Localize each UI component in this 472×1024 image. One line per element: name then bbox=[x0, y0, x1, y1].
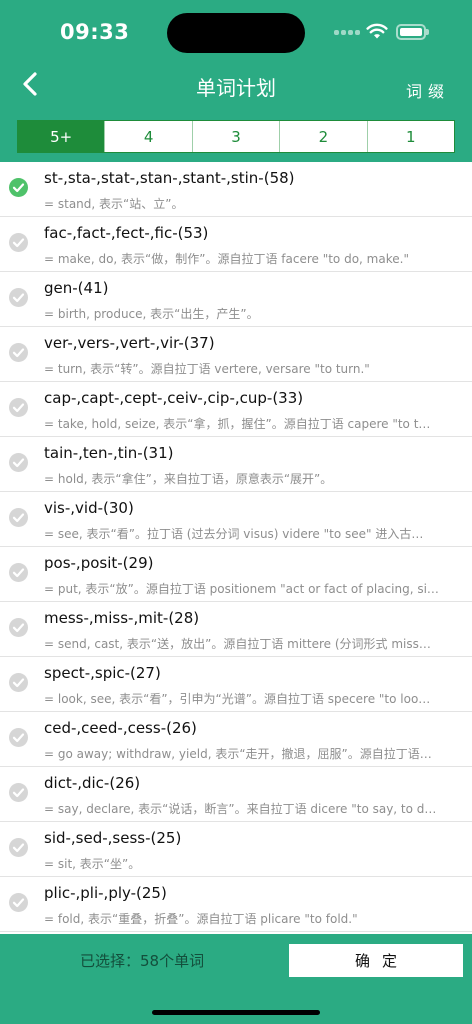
root-description: = turn, 表示“转”。源自拉丁语 vertere, versare "to… bbox=[44, 362, 370, 376]
confirm-button[interactable]: 确定 bbox=[289, 944, 463, 977]
checkmark-icon[interactable] bbox=[9, 838, 28, 857]
checkmark-icon[interactable] bbox=[9, 343, 28, 362]
root-title: pos-,posit-(29) bbox=[44, 554, 154, 572]
root-title: spect-,spic-(27) bbox=[44, 664, 161, 682]
list-item[interactable]: tain-,ten-,tin-(31) = hold, 表示“拿住”，来自拉丁语… bbox=[0, 437, 472, 492]
root-description: = go away; withdraw, yield, 表示“走开，撤退，屈服”… bbox=[44, 747, 432, 761]
tab-3[interactable]: 3 bbox=[191, 121, 279, 152]
root-title: vis-,vid-(30) bbox=[44, 499, 134, 517]
footer-bar: 已选择：58个单词 确定 bbox=[0, 934, 472, 1024]
root-description: = make, do, 表示“做，制作”。源自拉丁语 facere "to do… bbox=[44, 252, 409, 266]
root-title: gen-(41) bbox=[44, 279, 109, 297]
list-item[interactable]: spect-,spic-(27) = look, see, 表示“看”，引申为“… bbox=[0, 657, 472, 712]
list-item[interactable]: mess-,miss-,mit-(28) = send, cast, 表示“送，… bbox=[0, 602, 472, 657]
word-root-list: st-,sta-,stat-,stan-,stant-,stin-(58) = … bbox=[0, 162, 472, 934]
list-item[interactable]: ver-,vers-,vert-,vir-(37) = turn, 表示“转”。… bbox=[0, 327, 472, 382]
tab-5-plus[interactable]: 5+ bbox=[18, 121, 105, 152]
checkmark-icon[interactable] bbox=[9, 288, 28, 307]
list-item[interactable]: dict-,dic-(26) = say, declare, 表示“说话，断言”… bbox=[0, 767, 472, 822]
wifi-icon bbox=[366, 23, 388, 39]
root-title: tain-,ten-,tin-(31) bbox=[44, 444, 174, 462]
checkmark-icon[interactable] bbox=[9, 783, 28, 802]
root-title: ced-,ceed-,cess-(26) bbox=[44, 719, 197, 737]
header: 09:33 单词计划 词缀 5+ 4 3 2 1 bbox=[0, 0, 472, 162]
root-description: = hold, 表示“拿住”，来自拉丁语，原意表示“展开”。 bbox=[44, 472, 333, 486]
tab-4[interactable]: 4 bbox=[104, 121, 191, 152]
checkmark-icon[interactable] bbox=[9, 673, 28, 692]
affix-button[interactable]: 词缀 bbox=[406, 78, 450, 102]
root-description: = take, hold, seize, 表示“拿，抓，握住”。源自拉丁语 ca… bbox=[44, 417, 431, 431]
list-item[interactable]: cap-,capt-,cept-,ceiv-,cip-,cup-(33) = t… bbox=[0, 382, 472, 437]
root-description: = stand, 表示“站、立”。 bbox=[44, 197, 184, 211]
root-title: cap-,capt-,cept-,ceiv-,cip-,cup-(33) bbox=[44, 389, 304, 407]
checkmark-icon[interactable] bbox=[9, 728, 28, 747]
root-description: = say, declare, 表示“说话，断言”。来自拉丁语 dicere "… bbox=[44, 802, 437, 816]
root-description: = put, 表示“放”。源自拉丁语 positionem "act or fa… bbox=[44, 582, 439, 596]
root-title: sid-,sed-,sess-(25) bbox=[44, 829, 182, 847]
root-title: dict-,dic-(26) bbox=[44, 774, 141, 792]
frequency-tabs: 5+ 4 3 2 1 bbox=[17, 120, 455, 153]
list-item[interactable]: fac-,fact-,fect-,fic-(53) = make, do, 表示… bbox=[0, 217, 472, 272]
page-title: 单词计划 bbox=[196, 76, 276, 100]
tab-2[interactable]: 2 bbox=[279, 121, 366, 152]
list-item[interactable]: vis-,vid-(30) = see, 表示“看”。拉丁语 (过去分词 vis… bbox=[0, 492, 472, 547]
selected-count: 已选择：58个单词 bbox=[80, 952, 205, 970]
checkmark-icon[interactable] bbox=[9, 233, 28, 252]
checkmark-icon[interactable] bbox=[9, 893, 28, 912]
root-description: = look, see, 表示“看”，引申为“光谱”。源自拉丁语 specere… bbox=[44, 692, 431, 706]
root-title: st-,sta-,stat-,stan-,stant-,stin-(58) bbox=[44, 169, 295, 187]
root-title: fac-,fact-,fect-,fic-(53) bbox=[44, 224, 209, 242]
root-description: = sit, 表示“坐”。 bbox=[44, 857, 141, 871]
root-description: = birth, produce, 表示“出生，产生”。 bbox=[44, 307, 259, 321]
list-item[interactable]: ced-,ceed-,cess-(26) = go away; withdraw… bbox=[0, 712, 472, 767]
checkmark-icon[interactable] bbox=[9, 453, 28, 472]
checkmark-icon[interactable] bbox=[9, 508, 28, 527]
root-title: mess-,miss-,mit-(28) bbox=[44, 609, 200, 627]
root-description: = send, cast, 表示“送，放出”。源自拉丁语 mittere (分词… bbox=[44, 637, 431, 651]
root-description: = see, 表示“看”。拉丁语 (过去分词 visus) videre "to… bbox=[44, 527, 424, 541]
signal-icon bbox=[334, 30, 360, 35]
list-item[interactable]: sid-,sed-,sess-(25) = sit, 表示“坐”。 bbox=[0, 822, 472, 877]
dynamic-island bbox=[167, 13, 305, 53]
list-item[interactable]: pos-,posit-(29) = put, 表示“放”。源自拉丁语 posit… bbox=[0, 547, 472, 602]
list-item[interactable]: plic-,pli-,ply-(25) = fold, 表示“重叠，折叠”。源自… bbox=[0, 877, 472, 932]
checkmark-icon[interactable] bbox=[9, 618, 28, 637]
checkmark-icon[interactable] bbox=[9, 398, 28, 417]
root-title: ver-,vers-,vert-,vir-(37) bbox=[44, 334, 215, 352]
list-item[interactable]: gen-(41) = birth, produce, 表示“出生，产生”。 bbox=[0, 272, 472, 327]
checkmark-icon[interactable] bbox=[9, 178, 28, 197]
battery-icon bbox=[396, 24, 429, 40]
home-indicator bbox=[152, 1010, 320, 1015]
root-title: plic-,pli-,ply-(25) bbox=[44, 884, 167, 902]
root-description: = fold, 表示“重叠，折叠”。源自拉丁语 plicare "to fold… bbox=[44, 912, 358, 926]
status-time: 09:33 bbox=[60, 20, 130, 44]
list-item[interactable]: st-,sta-,stat-,stan-,stant-,stin-(58) = … bbox=[0, 162, 472, 217]
checkmark-icon[interactable] bbox=[9, 563, 28, 582]
tab-1[interactable]: 1 bbox=[366, 121, 454, 152]
